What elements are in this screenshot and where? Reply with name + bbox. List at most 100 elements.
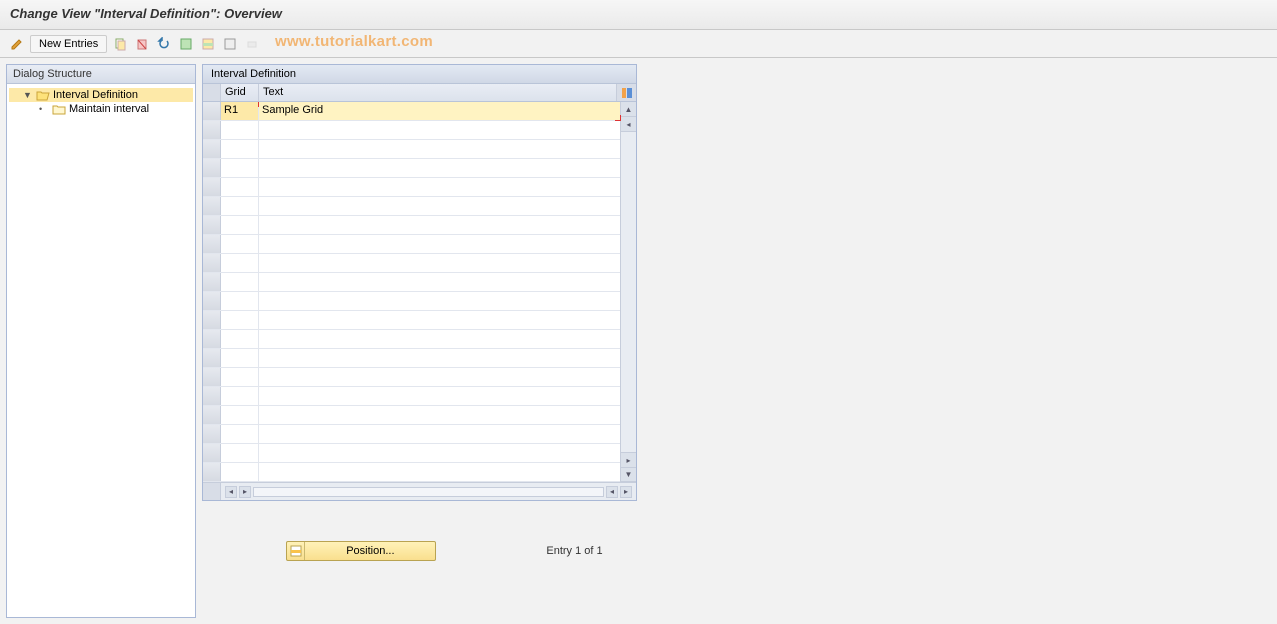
horizontal-scrollbar[interactable]: ◂ ▸ ◂ ▸ xyxy=(203,482,636,500)
cell-grid[interactable] xyxy=(221,140,259,158)
table-row[interactable] xyxy=(203,159,620,178)
grid-column-header-text[interactable]: Text xyxy=(259,84,616,101)
row-selector[interactable] xyxy=(203,216,221,234)
cell-grid[interactable]: R1 xyxy=(221,102,259,120)
table-row[interactable] xyxy=(203,235,620,254)
table-row[interactable] xyxy=(203,121,620,140)
undo-icon[interactable] xyxy=(155,35,173,53)
hscroll-right-icon[interactable]: ▸ xyxy=(620,486,632,498)
cell-grid[interactable] xyxy=(221,216,259,234)
table-row[interactable] xyxy=(203,216,620,235)
tree-collapse-icon[interactable]: ▼ xyxy=(23,90,33,100)
copy-as-icon[interactable] xyxy=(111,35,129,53)
cell-text[interactable] xyxy=(259,463,620,481)
cell-text[interactable] xyxy=(259,235,620,253)
cell-grid[interactable] xyxy=(221,349,259,367)
position-button[interactable]: Position... xyxy=(286,541,436,561)
cell-text[interactable] xyxy=(259,444,620,462)
table-row[interactable] xyxy=(203,292,620,311)
cell-text[interactable] xyxy=(259,254,620,272)
table-row[interactable] xyxy=(203,406,620,425)
table-row[interactable] xyxy=(203,197,620,216)
cell-grid[interactable] xyxy=(221,368,259,386)
table-row[interactable]: R1Sample Grid xyxy=(203,102,620,121)
table-row[interactable] xyxy=(203,178,620,197)
cell-text[interactable] xyxy=(259,349,620,367)
hscroll-step-right-icon[interactable]: ◂ xyxy=(606,486,618,498)
cell-text[interactable] xyxy=(259,273,620,291)
cell-text[interactable] xyxy=(259,387,620,405)
cell-text[interactable] xyxy=(259,216,620,234)
scroll-step-down-icon[interactable]: ▸ xyxy=(621,452,636,467)
row-selector[interactable] xyxy=(203,311,221,329)
row-selector[interactable] xyxy=(203,330,221,348)
cell-grid[interactable] xyxy=(221,273,259,291)
hscroll-step-left-icon[interactable]: ▸ xyxy=(239,486,251,498)
cell-text[interactable] xyxy=(259,292,620,310)
grid-config-icon[interactable] xyxy=(616,84,636,101)
hscroll-bar[interactable] xyxy=(253,487,604,497)
row-selector[interactable] xyxy=(203,387,221,405)
hscroll-left-icon[interactable]: ◂ xyxy=(225,486,237,498)
row-selector[interactable] xyxy=(203,273,221,291)
row-selector[interactable] xyxy=(203,425,221,443)
scroll-step-up-icon[interactable]: ◂ xyxy=(621,117,636,132)
cell-grid[interactable] xyxy=(221,406,259,424)
cell-grid[interactable] xyxy=(221,387,259,405)
delete-icon[interactable] xyxy=(133,35,151,53)
cell-grid[interactable] xyxy=(221,425,259,443)
row-selector[interactable] xyxy=(203,178,221,196)
select-all-icon[interactable] xyxy=(177,35,195,53)
cell-text[interactable] xyxy=(259,368,620,386)
row-selector[interactable] xyxy=(203,121,221,139)
table-row[interactable] xyxy=(203,311,620,330)
table-row[interactable] xyxy=(203,349,620,368)
row-selector[interactable] xyxy=(203,197,221,215)
cell-grid[interactable] xyxy=(221,254,259,272)
cell-text[interactable] xyxy=(259,311,620,329)
table-row[interactable] xyxy=(203,444,620,463)
grid-header-selector[interactable] xyxy=(203,84,221,101)
toggle-change-icon[interactable] xyxy=(8,35,26,53)
tree-node-interval-definition[interactable]: ▼ Interval Definition xyxy=(9,88,193,102)
deselect-all-icon[interactable] xyxy=(221,35,239,53)
cell-text[interactable] xyxy=(259,197,620,215)
cell-text[interactable] xyxy=(259,178,620,196)
cell-grid[interactable] xyxy=(221,444,259,462)
cell-grid[interactable] xyxy=(221,463,259,481)
row-selector[interactable] xyxy=(203,349,221,367)
table-row[interactable] xyxy=(203,254,620,273)
cell-grid[interactable] xyxy=(221,292,259,310)
table-row[interactable] xyxy=(203,387,620,406)
print-icon[interactable] xyxy=(243,35,261,53)
row-selector[interactable] xyxy=(203,368,221,386)
cell-grid[interactable] xyxy=(221,178,259,196)
scroll-up-icon[interactable]: ▲ xyxy=(621,102,636,117)
cell-text[interactable] xyxy=(259,425,620,443)
new-entries-button[interactable]: New Entries xyxy=(30,35,107,53)
cell-text[interactable] xyxy=(259,330,620,348)
table-row[interactable] xyxy=(203,425,620,444)
cell-text[interactable] xyxy=(259,406,620,424)
cell-grid[interactable] xyxy=(221,197,259,215)
cell-text[interactable] xyxy=(259,121,620,139)
table-row[interactable] xyxy=(203,463,620,482)
tree-node-maintain-interval[interactable]: • Maintain interval xyxy=(9,102,193,116)
cell-grid[interactable] xyxy=(221,121,259,139)
row-selector[interactable] xyxy=(203,444,221,462)
cell-grid[interactable] xyxy=(221,159,259,177)
cell-grid[interactable] xyxy=(221,311,259,329)
row-selector[interactable] xyxy=(203,235,221,253)
row-selector[interactable] xyxy=(203,463,221,481)
row-selector[interactable] xyxy=(203,159,221,177)
table-row[interactable] xyxy=(203,330,620,349)
row-selector[interactable] xyxy=(203,102,221,120)
vertical-scrollbar[interactable]: ▲ ◂ ▸ ▼ xyxy=(620,102,636,482)
select-block-icon[interactable] xyxy=(199,35,217,53)
table-row[interactable] xyxy=(203,140,620,159)
row-selector[interactable] xyxy=(203,140,221,158)
grid-column-header-grid[interactable]: Grid xyxy=(221,84,259,101)
row-selector[interactable] xyxy=(203,254,221,272)
cell-text[interactable]: Sample Grid xyxy=(259,102,620,120)
table-row[interactable] xyxy=(203,273,620,292)
